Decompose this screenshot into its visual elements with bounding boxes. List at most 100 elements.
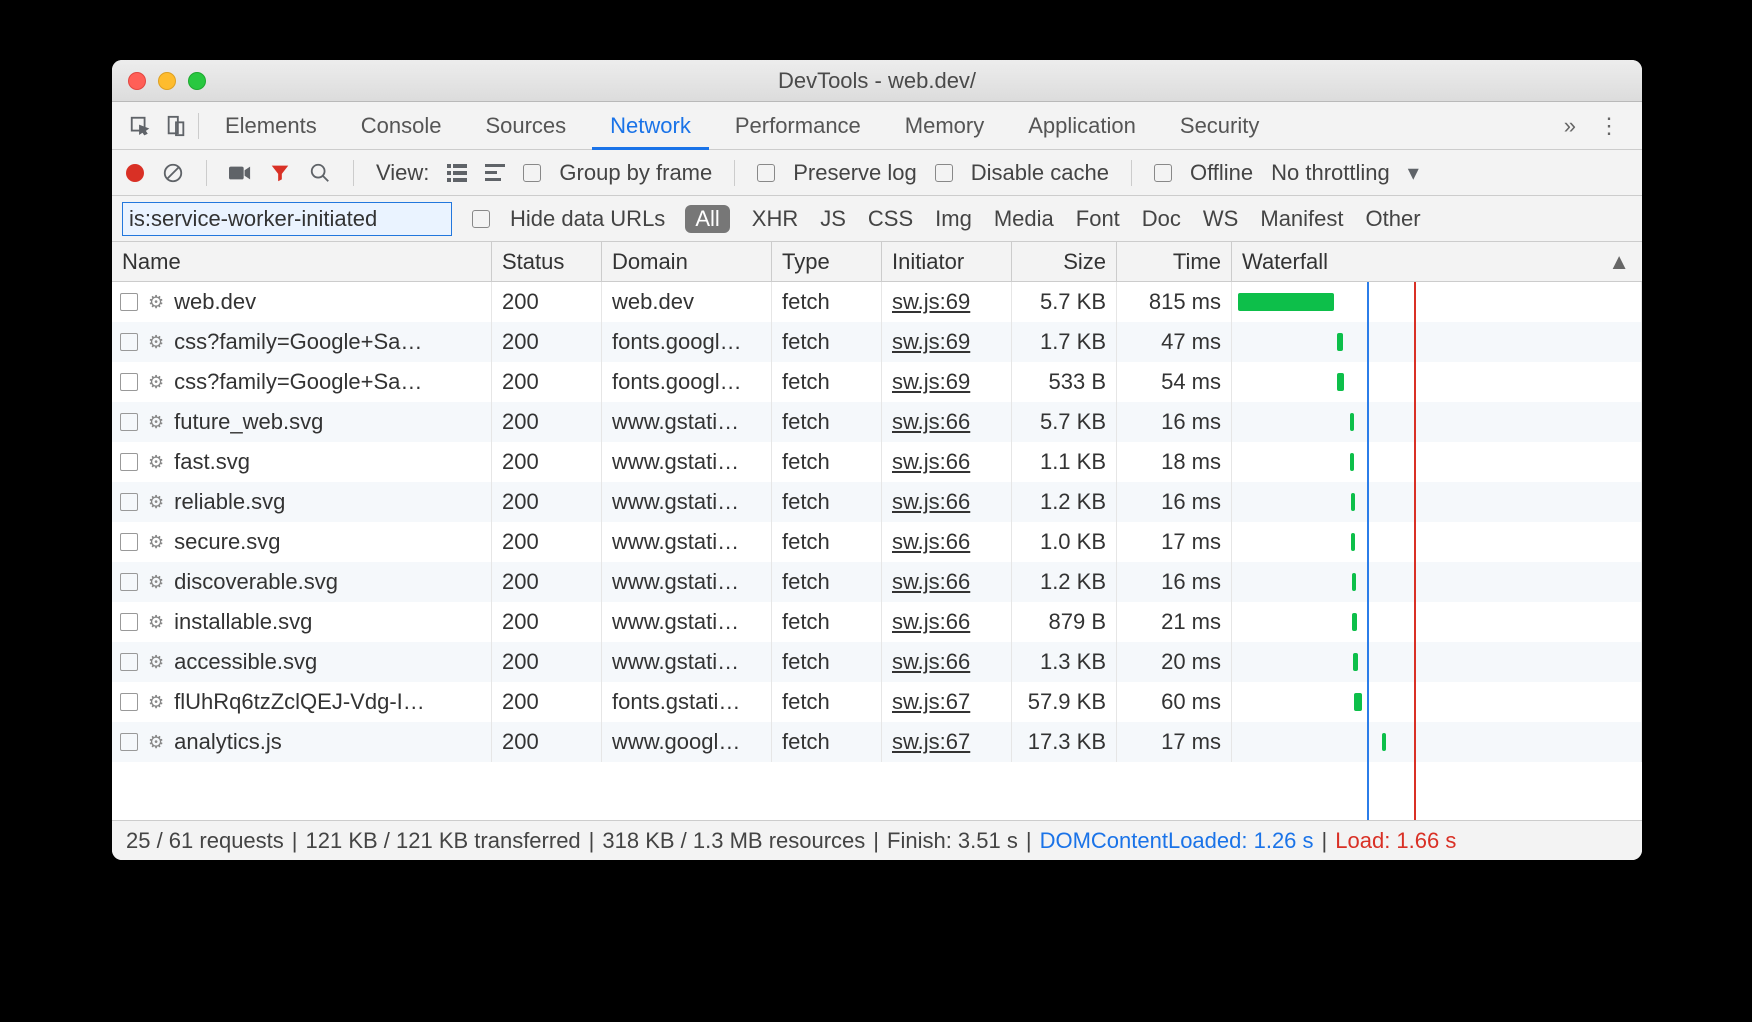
- table-row[interactable]: ⚙accessible.svg200www.gstati…fetchsw.js:…: [112, 642, 1642, 682]
- tab-console[interactable]: Console: [339, 102, 464, 149]
- camera-icon[interactable]: [229, 164, 251, 182]
- row-checkbox[interactable]: [120, 613, 138, 631]
- table-row[interactable]: ⚙fast.svg200www.gstati…fetchsw.js:661.1 …: [112, 442, 1642, 482]
- devtools-window: DevTools - web.dev/ ElementsConsoleSourc…: [112, 60, 1642, 860]
- initiator-link[interactable]: sw.js:66: [892, 609, 970, 635]
- row-checkbox[interactable]: [120, 413, 138, 431]
- overview-icon[interactable]: [485, 164, 505, 182]
- request-domain: www.gstati…: [602, 642, 772, 682]
- initiator-link[interactable]: sw.js:67: [892, 729, 970, 755]
- tab-application[interactable]: Application: [1006, 102, 1158, 149]
- initiator-link[interactable]: sw.js:66: [892, 649, 970, 675]
- throttling-select[interactable]: No throttling: [1271, 160, 1390, 186]
- row-checkbox[interactable]: [120, 693, 138, 711]
- waterfall-cell: [1232, 562, 1642, 602]
- filter-type-ws[interactable]: WS: [1203, 206, 1238, 232]
- tab-sources[interactable]: Sources: [463, 102, 588, 149]
- request-type: fetch: [772, 562, 882, 602]
- filter-type-all[interactable]: All: [685, 205, 729, 233]
- filter-type-font[interactable]: Font: [1076, 206, 1120, 232]
- table-row[interactable]: ⚙secure.svg200www.gstati…fetchsw.js:661.…: [112, 522, 1642, 562]
- initiator-link[interactable]: sw.js:66: [892, 569, 970, 595]
- filter-type-doc[interactable]: Doc: [1142, 206, 1181, 232]
- clear-icon[interactable]: [162, 162, 184, 184]
- row-checkbox[interactable]: [120, 293, 138, 311]
- col-waterfall[interactable]: Waterfall▲: [1232, 242, 1642, 281]
- tab-elements[interactable]: Elements: [203, 102, 339, 149]
- table-row[interactable]: ⚙css?family=Google+Sa…200fonts.googl…fet…: [112, 362, 1642, 402]
- filter-type-css[interactable]: CSS: [868, 206, 913, 232]
- device-toggle-icon[interactable]: [158, 115, 194, 137]
- row-checkbox[interactable]: [120, 733, 138, 751]
- table-row[interactable]: ⚙web.dev200web.devfetchsw.js:695.7 KB815…: [112, 282, 1642, 322]
- tab-security[interactable]: Security: [1158, 102, 1281, 149]
- more-tabs-icon[interactable]: »: [1564, 113, 1576, 139]
- initiator-link[interactable]: sw.js:69: [892, 289, 970, 315]
- row-checkbox[interactable]: [120, 573, 138, 591]
- col-domain[interactable]: Domain: [602, 242, 772, 281]
- large-rows-icon[interactable]: [447, 164, 467, 182]
- tab-network[interactable]: Network: [588, 102, 713, 149]
- request-size: 1.1 KB: [1012, 442, 1117, 482]
- initiator-link[interactable]: sw.js:69: [892, 329, 970, 355]
- initiator-link[interactable]: sw.js:69: [892, 369, 970, 395]
- filter-type-img[interactable]: Img: [935, 206, 972, 232]
- col-type[interactable]: Type: [772, 242, 882, 281]
- filter-type-manifest[interactable]: Manifest: [1260, 206, 1343, 232]
- preserve-log-checkbox[interactable]: [757, 164, 775, 182]
- tab-performance[interactable]: Performance: [713, 102, 883, 149]
- request-name: flUhRq6tzZclQEJ-Vdg-I…: [174, 689, 425, 715]
- row-checkbox[interactable]: [120, 653, 138, 671]
- col-time[interactable]: Time: [1117, 242, 1232, 281]
- inspect-icon[interactable]: [122, 115, 158, 137]
- kebab-menu-icon[interactable]: ⋮: [1598, 113, 1620, 139]
- hide-data-urls-checkbox[interactable]: [472, 210, 490, 228]
- table-row[interactable]: ⚙analytics.js200www.googl…fetchsw.js:671…: [112, 722, 1642, 762]
- table-header: Name Status Domain Type Initiator Size T…: [112, 242, 1642, 282]
- col-size[interactable]: Size: [1012, 242, 1117, 281]
- filter-type-js[interactable]: JS: [820, 206, 846, 232]
- table-row[interactable]: ⚙css?family=Google+Sa…200fonts.googl…fet…: [112, 322, 1642, 362]
- filter-type-other[interactable]: Other: [1366, 206, 1421, 232]
- service-worker-icon: ⚙: [148, 572, 164, 593]
- col-status[interactable]: Status: [492, 242, 602, 281]
- request-size: 1.2 KB: [1012, 482, 1117, 522]
- offline-checkbox[interactable]: [1154, 164, 1172, 182]
- initiator-link[interactable]: sw.js:66: [892, 449, 970, 475]
- table-row[interactable]: ⚙installable.svg200www.gstati…fetchsw.js…: [112, 602, 1642, 642]
- table-row[interactable]: ⚙flUhRq6tzZclQEJ-Vdg-I…200fonts.gstati…f…: [112, 682, 1642, 722]
- request-domain: www.gstati…: [602, 602, 772, 642]
- row-checkbox[interactable]: [120, 453, 138, 471]
- table-row[interactable]: ⚙reliable.svg200www.gstati…fetchsw.js:66…: [112, 482, 1642, 522]
- filter-type-xhr[interactable]: XHR: [752, 206, 798, 232]
- group-by-frame-checkbox[interactable]: [523, 164, 541, 182]
- table-row[interactable]: ⚙discoverable.svg200www.gstati…fetchsw.j…: [112, 562, 1642, 602]
- waterfall-cell: [1232, 402, 1642, 442]
- request-name: accessible.svg: [174, 649, 317, 675]
- row-checkbox[interactable]: [120, 493, 138, 511]
- waterfall-cell: [1232, 522, 1642, 562]
- filter-type-media[interactable]: Media: [994, 206, 1054, 232]
- row-checkbox[interactable]: [120, 373, 138, 391]
- row-checkbox[interactable]: [120, 333, 138, 351]
- tab-memory[interactable]: Memory: [883, 102, 1006, 149]
- filter-icon[interactable]: [269, 162, 291, 184]
- request-type: fetch: [772, 482, 882, 522]
- table-row[interactable]: ⚙future_web.svg200www.gstati…fetchsw.js:…: [112, 402, 1642, 442]
- record-button[interactable]: [126, 164, 144, 182]
- initiator-link[interactable]: sw.js:66: [892, 529, 970, 555]
- disable-cache-checkbox[interactable]: [935, 164, 953, 182]
- col-initiator[interactable]: Initiator: [882, 242, 1012, 281]
- request-domain: www.gstati…: [602, 402, 772, 442]
- initiator-link[interactable]: sw.js:67: [892, 689, 970, 715]
- request-size: 17.3 KB: [1012, 722, 1117, 762]
- row-checkbox[interactable]: [120, 533, 138, 551]
- col-name[interactable]: Name: [112, 242, 492, 281]
- throttling-dropdown-icon[interactable]: ▾: [1408, 160, 1419, 186]
- request-time: 17 ms: [1117, 722, 1232, 762]
- preserve-log-label: Preserve log: [793, 160, 917, 186]
- search-icon[interactable]: [309, 162, 331, 184]
- initiator-link[interactable]: sw.js:66: [892, 409, 970, 435]
- filter-input[interactable]: [122, 202, 452, 236]
- initiator-link[interactable]: sw.js:66: [892, 489, 970, 515]
